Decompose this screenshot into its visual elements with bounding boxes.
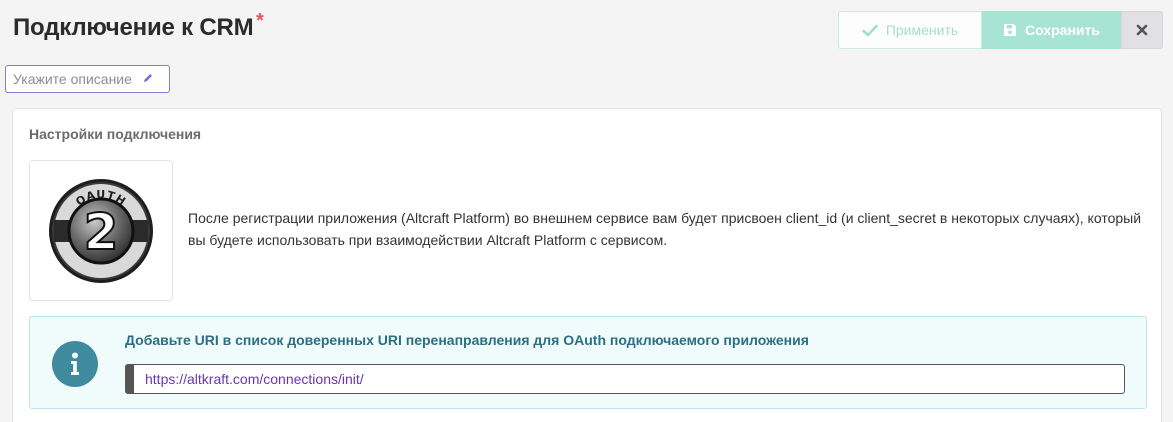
oauth-logo-box: 2 OAUTH — [29, 160, 173, 301]
oauth-logo: 2 OAUTH — [49, 178, 153, 283]
redirect-uri-field[interactable]: https://altkraft.com/connections/init/ — [125, 364, 1125, 394]
alert-title: Добавьте URI в список доверенных URI пер… — [125, 332, 809, 348]
pencil-icon[interactable] — [142, 71, 154, 87]
description-placeholder: Укажите описание — [13, 71, 132, 87]
info-icon — [52, 341, 98, 387]
close-button[interactable] — [1121, 11, 1163, 49]
save-button-label: Сохранить — [1025, 22, 1100, 38]
floppy-disk-icon — [1003, 23, 1017, 37]
apply-button-label: Применить — [885, 22, 959, 38]
section-title: Настройки подключения — [29, 126, 202, 142]
save-button[interactable]: Сохранить — [982, 11, 1121, 49]
page-title: Подключение к CRM — [13, 14, 254, 41]
oauth-logo-number: 2 — [84, 203, 119, 261]
check-icon — [862, 24, 878, 37]
description-field[interactable]: Укажите описание — [5, 65, 170, 93]
connection-settings-card: Настройки подключения 2 OAUTH После реги… — [12, 108, 1162, 422]
redirect-uri-value: https://altkraft.com/connections/init/ — [145, 371, 364, 387]
required-mark: * — [256, 10, 264, 32]
info-text: После регистрации приложения (Altcraft P… — [188, 210, 1142, 248]
apply-button[interactable]: Применить — [838, 11, 982, 49]
close-icon — [1136, 24, 1148, 36]
redirect-uri-alert: Добавьте URI в список доверенных URI пер… — [29, 316, 1147, 409]
